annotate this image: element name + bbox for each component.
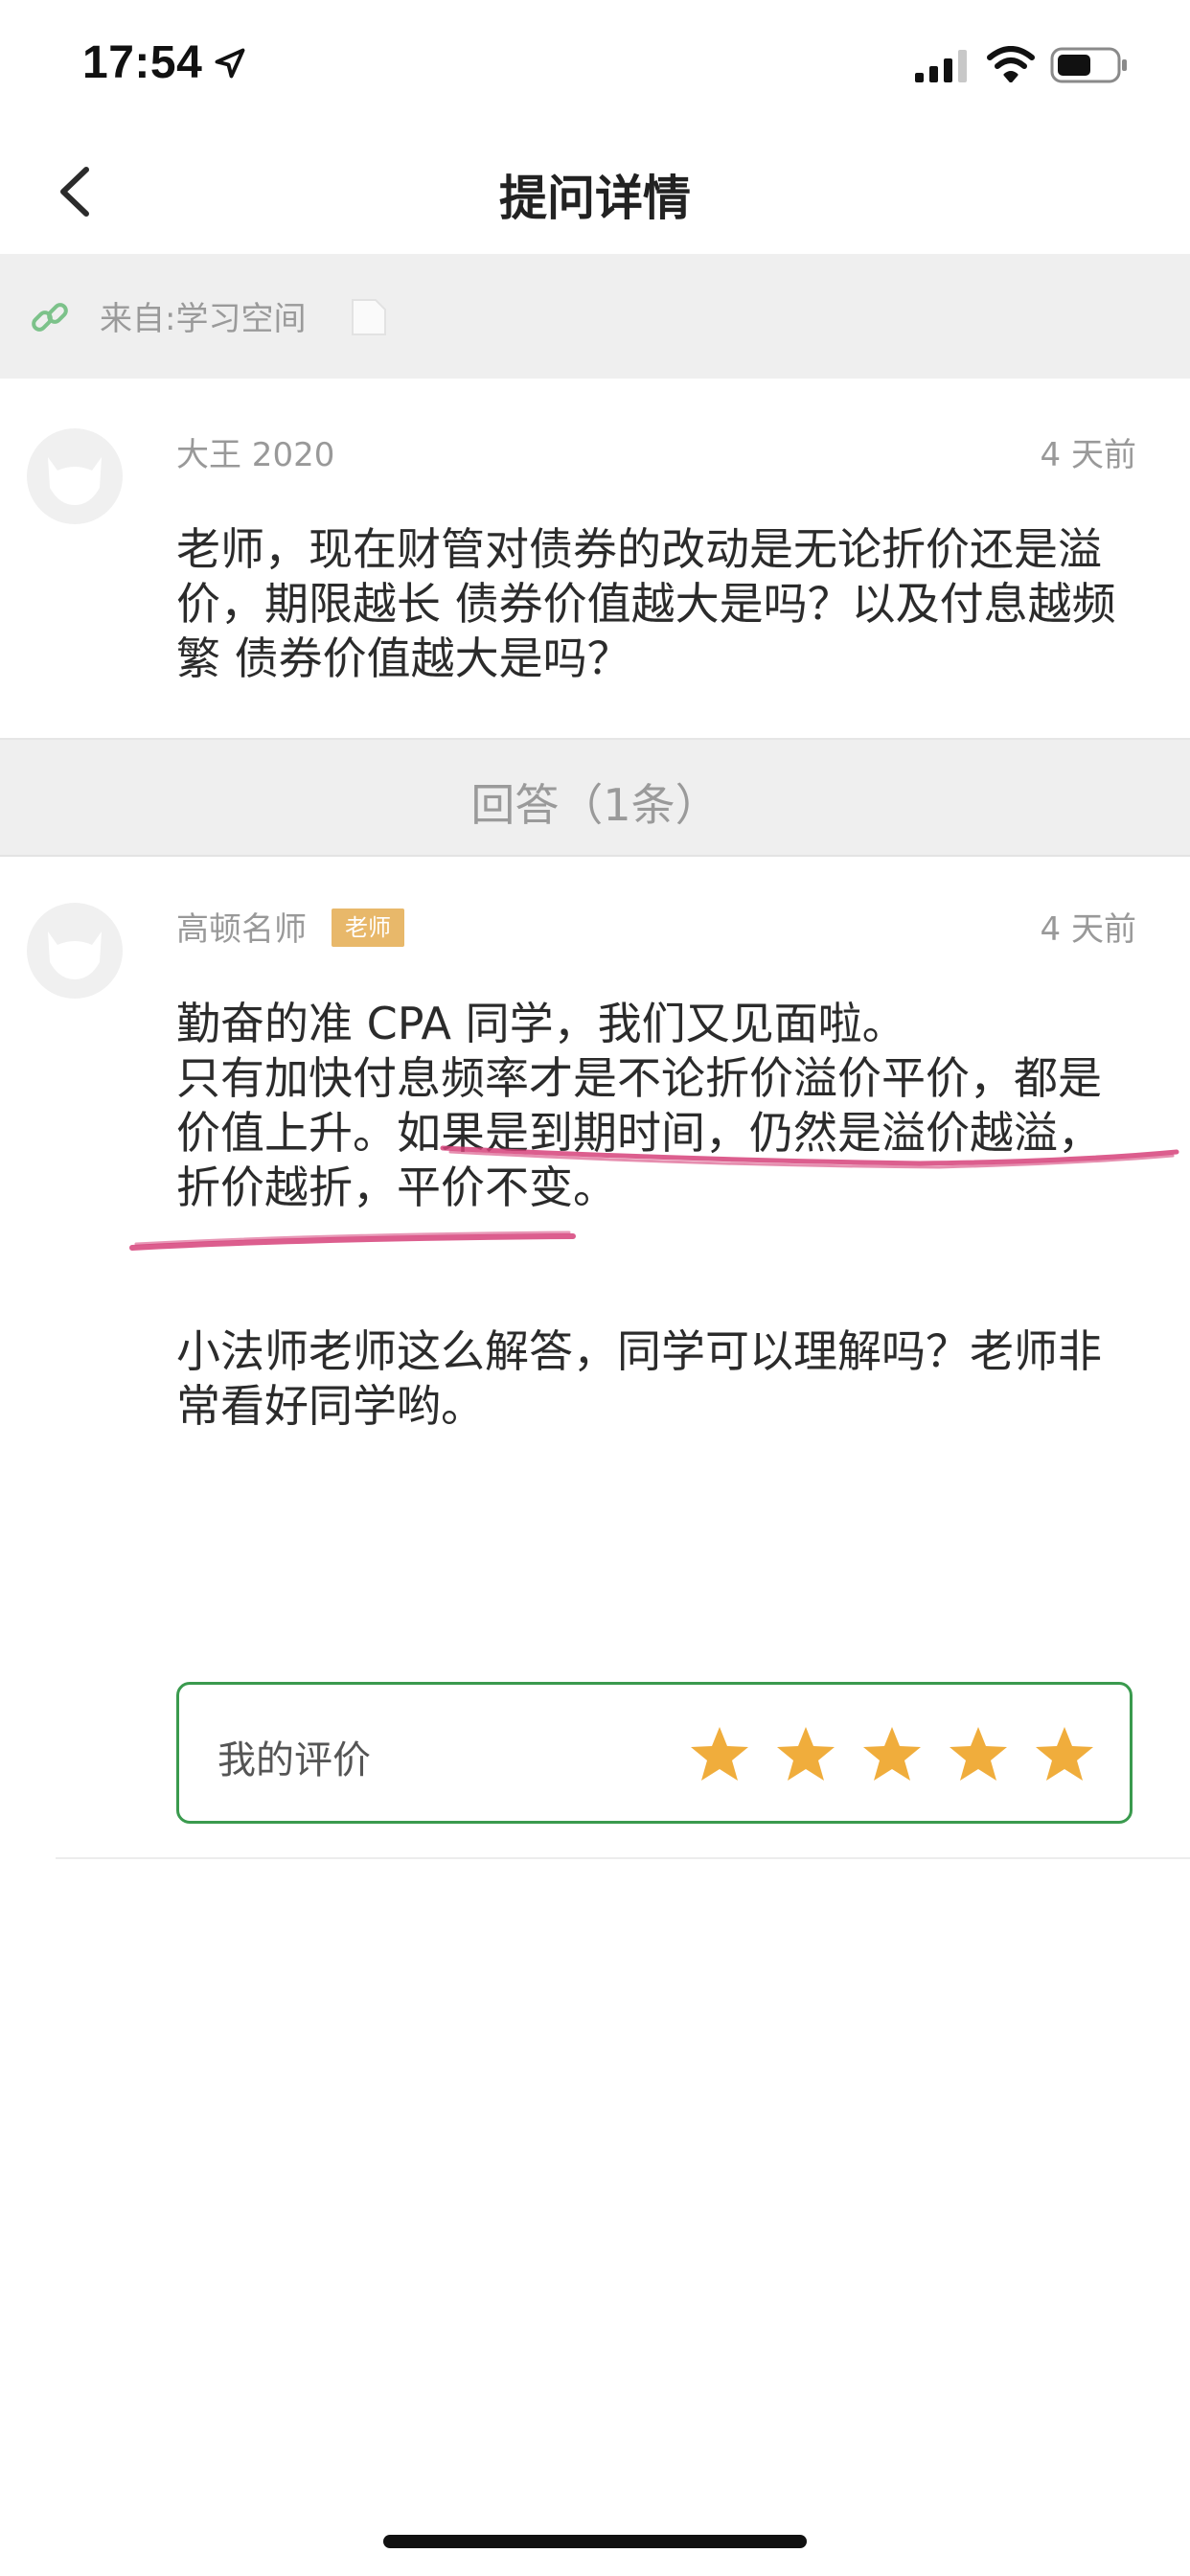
answers-count-label: 回答（1条）	[470, 779, 720, 831]
answer-closing: 小法师老师这么解答，同学可以理解吗？老师非常看好同学哟。	[176, 1325, 1102, 1432]
divider	[56, 1857, 1190, 1859]
navigation-bar: 提问详情	[0, 129, 1190, 254]
question-username: 大王 2020	[176, 436, 335, 474]
rating-label: 我的评价	[217, 1738, 371, 1782]
source-label: 来自:学习空间	[100, 300, 307, 338]
avatar-icon[interactable]	[27, 428, 123, 524]
question-text: 老师，现在财管对债券的改动是无论折价还是溢价，期限越长 债券价值越大是吗？以及付…	[176, 523, 1116, 684]
wifi-icon	[987, 46, 1035, 82]
star-icon[interactable]	[861, 1725, 923, 1782]
answer-username: 高顿名师	[176, 910, 307, 949]
avatar-icon[interactable]	[27, 903, 123, 999]
battery-icon	[1050, 47, 1127, 83]
status-bar: 17:54	[0, 0, 1190, 129]
home-indicator[interactable]	[383, 2535, 807, 2548]
star-icon[interactable]	[775, 1725, 836, 1782]
rating-panel: 我的评价	[176, 1682, 1133, 1824]
star-icon[interactable]	[1034, 1725, 1095, 1782]
page-title: 提问详情	[499, 171, 691, 226]
status-time: 17:54	[82, 37, 203, 88]
document-icon[interactable]	[351, 298, 387, 336]
answer-explanation: 只有加快付息频率才是不论折价溢价平价，都是价值上升。如果是到期时间，仍然是溢价越…	[176, 1052, 1102, 1213]
answer-text: 勤奋的准 CPA 同学，我们又见面啦。 只有加快付息频率才是不论折价溢价平价，都…	[176, 997, 1144, 1434]
link-icon	[32, 303, 68, 332]
star-rating	[689, 1725, 1095, 1782]
cellular-signal-icon	[915, 50, 967, 82]
teacher-badge: 老师	[332, 908, 404, 947]
location-arrow-icon	[215, 48, 245, 79]
question-timestamp: 4 天前	[1040, 436, 1136, 474]
answer-timestamp: 4 天前	[1040, 910, 1136, 949]
answer-greeting: 勤奋的准 CPA 同学，我们又见面啦。	[176, 998, 906, 1049]
question-card: 大王 2020 4 天前 老师，现在财管对债券的改动是无论折价还是溢价，期限越长…	[0, 379, 1190, 740]
star-icon[interactable]	[948, 1725, 1009, 1782]
answers-section-header: 回答（1条）	[0, 740, 1190, 857]
source-bar[interactable]: 来自:学习空间	[0, 254, 1190, 379]
star-icon[interactable]	[689, 1725, 750, 1782]
